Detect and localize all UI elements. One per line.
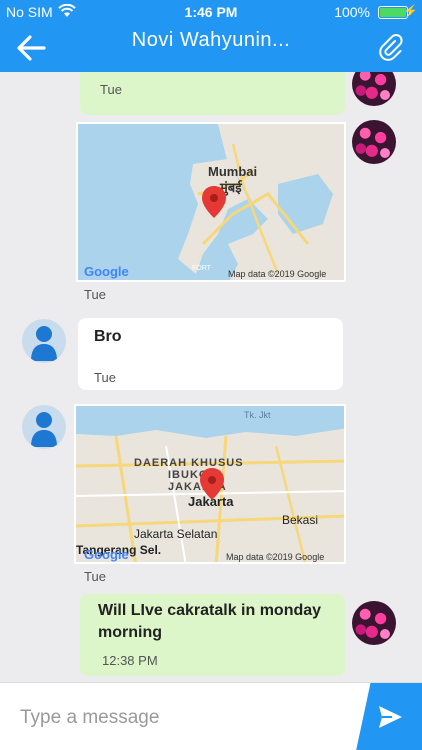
message-time: 12:38 PM [102,653,158,668]
my-avatar[interactable] [352,120,396,164]
status-bar: No SIM 1:46 PM 100% ⚡ [0,0,422,24]
location-message-map[interactable]: Tk. Jkt DAERAH KHUSUS IBUKOTA JAKARTA Ja… [74,404,346,564]
chat-header: Novi Wahyunin... [0,24,422,72]
contact-avatar[interactable] [22,405,66,449]
map-credit: Map data ©2019 Google [228,269,326,279]
my-avatar[interactable] [352,72,396,106]
map-label: Bekasi [282,513,318,527]
contact-name[interactable]: Novi Wahyunin... [60,28,362,52]
message-composer [0,682,422,750]
contact-avatar[interactable] [22,319,66,363]
message-text: Will LIve cakratalk in monday morning [98,602,322,641]
person-icon [31,412,57,447]
back-button[interactable] [14,32,50,64]
my-avatar[interactable] [352,601,396,645]
message-time: Tue [100,82,122,97]
paperclip-icon [379,34,403,61]
map-label: FORT [192,265,212,272]
charging-icon: ⚡ [403,4,418,18]
outgoing-message-bubble[interactable]: Tue [80,72,345,115]
google-logo: Google [84,264,129,279]
arrow-left-icon [17,35,46,61]
attach-button[interactable] [376,32,406,62]
message-input[interactable] [20,701,340,735]
map-image: Tk. Jkt DAERAH KHUSUS IBUKOTA JAKARTA Ja… [76,406,344,562]
google-logo: Google [84,547,129,562]
top-bar: No SIM 1:46 PM 100% ⚡ Novi Wahyunin... [0,0,422,72]
person-icon [31,326,57,361]
map-credit: Map data ©2019 Google [226,552,324,562]
send-icon [379,706,402,728]
message-time: Tue [84,287,106,302]
message-text: Bro [94,328,122,345]
incoming-message-bubble[interactable]: Bro Tue [78,318,343,390]
map-label: Tk. Jkt [244,410,271,420]
map-image: Mumbai मुंबई FORT Google Map data ©2019 … [78,124,344,280]
battery-percent: 100% [334,4,370,20]
location-message-map[interactable]: Mumbai मुंबई FORT Google Map data ©2019 … [76,122,346,282]
map-label: Mumbai [208,164,257,179]
message-time: Tue [94,370,116,385]
message-time: Tue [84,569,106,584]
send-button[interactable] [356,683,422,750]
message-list[interactable]: Tue Mumbai मुंबई FORT Google Map data ©2… [0,72,422,682]
outgoing-message-bubble[interactable]: Will LIve cakratalk in monday morning 12… [80,594,345,676]
map-label: DAERAH KHUSUS [134,457,244,469]
map-label: Jakarta Selatan [134,527,217,541]
